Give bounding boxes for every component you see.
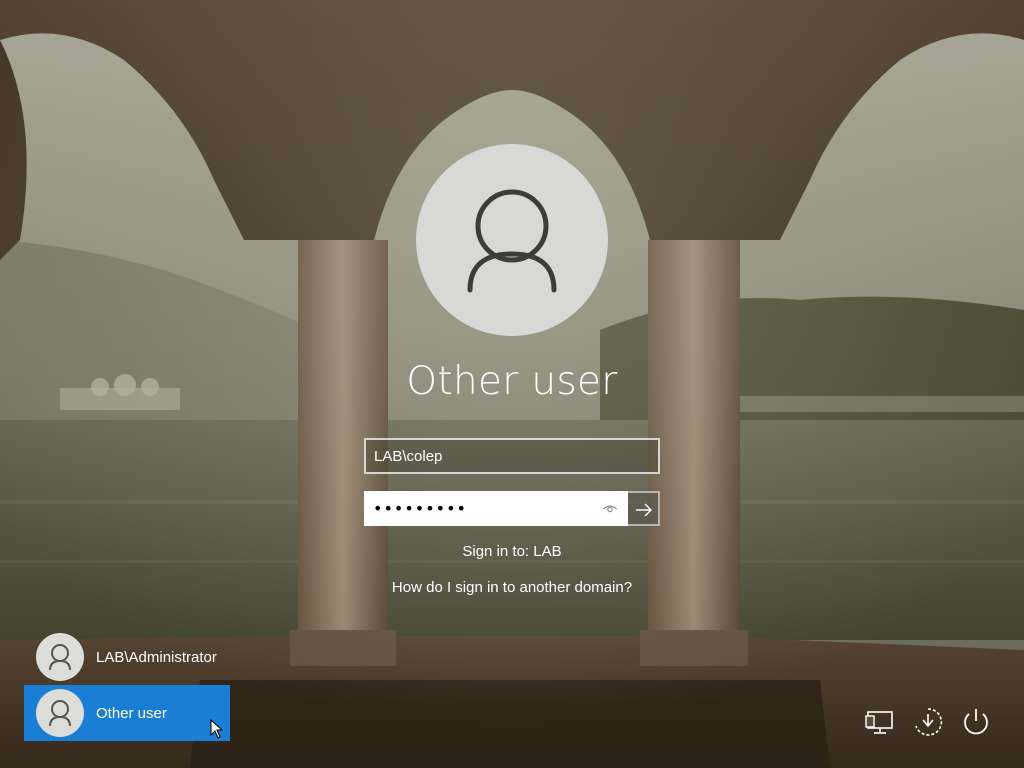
tile-avatar (36, 689, 84, 737)
user-tile-other-user[interactable]: Other user (24, 685, 230, 741)
ease-of-access-icon[interactable] (910, 704, 946, 740)
power-icon[interactable] (958, 704, 994, 740)
user-tile-label: LAB\Administrator (96, 648, 217, 666)
user-tile-administrator[interactable]: LAB\Administrator (24, 629, 230, 685)
person-icon (467, 189, 557, 293)
arrow-right-icon (636, 503, 652, 517)
network-icon[interactable] (862, 704, 898, 740)
user-avatar (416, 144, 608, 336)
user-tile-label: Other user (96, 704, 167, 722)
user-display-name: Other user (406, 359, 618, 404)
username-field-container (364, 438, 660, 474)
person-icon (49, 644, 71, 671)
other-domain-link[interactable]: How do I sign in to another domain? (312, 579, 712, 596)
person-icon (49, 700, 71, 727)
submit-button[interactable] (628, 491, 660, 526)
eye-icon[interactable] (602, 501, 618, 517)
password-field-container (364, 491, 628, 526)
password-input[interactable] (366, 493, 596, 524)
tile-avatar (36, 633, 84, 681)
sign-in-domain-text: Sign in to: LAB (462, 543, 562, 560)
mouse-cursor-icon (210, 719, 224, 739)
username-input[interactable] (366, 440, 658, 472)
